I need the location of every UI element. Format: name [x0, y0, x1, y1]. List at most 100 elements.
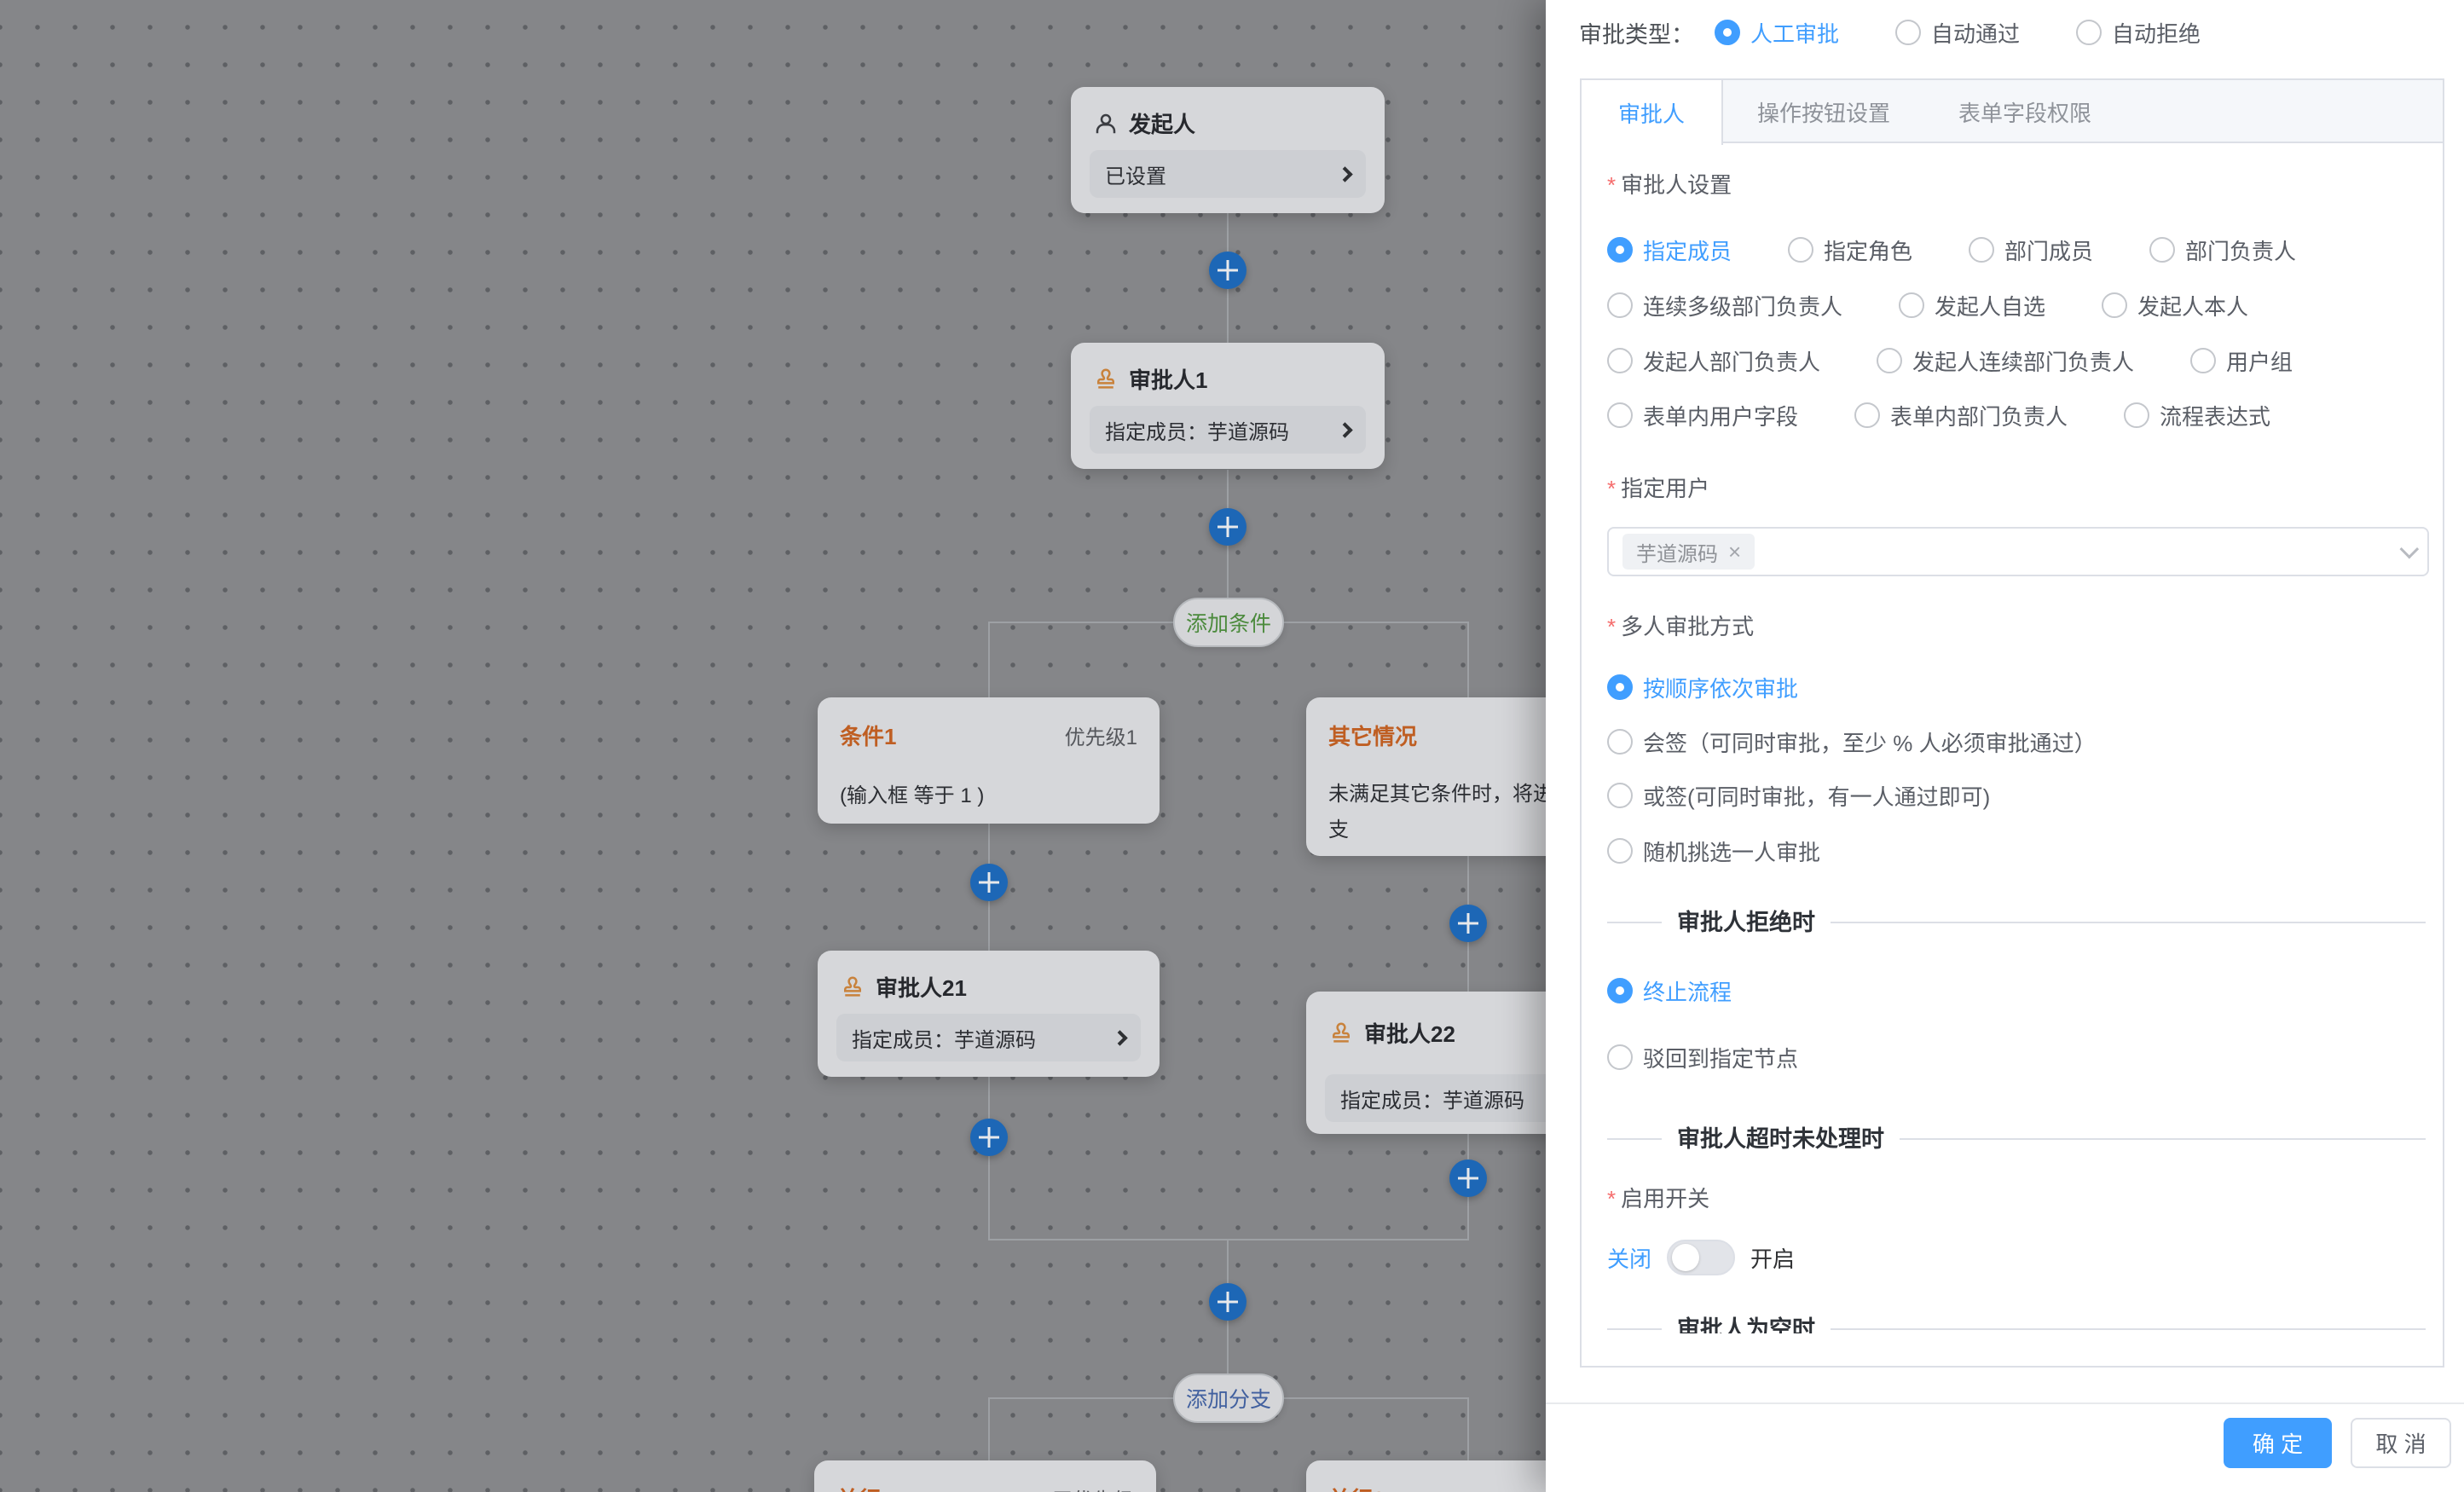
- radio-opt-self-select[interactable]: 发起人自选: [1899, 290, 2045, 321]
- add-node-button[interactable]: [1209, 252, 1246, 289]
- radio-label: 按顺序依次审批: [1643, 672, 1798, 703]
- node-parallel1[interactable]: 并行1 无优先级: [814, 1460, 1156, 1492]
- radio-opt-dept-leader[interactable]: 部门负责人: [2149, 234, 2296, 266]
- radio-label: 表单内用户字段: [1643, 400, 1798, 431]
- radio-opt-multi-leader[interactable]: 连续多级部门负责人: [1607, 290, 1842, 321]
- radio-icon: [1607, 402, 1633, 428]
- radio-selected-icon: [1607, 237, 1633, 263]
- settings-tabs-card: 审批人 操作按钮设置 表单字段权限 *审批人设置 指定成员: [1580, 78, 2444, 1368]
- radio-terminate-process[interactable]: 终止流程: [1607, 976, 1732, 1005]
- node-summary[interactable]: 已设置: [1090, 150, 1366, 198]
- approver-settings-panel: 审批类型： 人工审批 自动通过 自动拒绝 审批人 操作按钮设置: [1546, 0, 2464, 1492]
- radio-opt-role[interactable]: 指定角色: [1788, 234, 1912, 266]
- add-node-button[interactable]: [1209, 1283, 1246, 1321]
- approver-setting-row1: 指定成员 指定角色 部门成员 部门负责人: [1607, 235, 2352, 264]
- chevron-right-icon: [1112, 1030, 1127, 1045]
- connector: [1467, 622, 1469, 697]
- radio-orsign[interactable]: 或签(可同时审批，有一人通过即可): [1607, 781, 1990, 810]
- add-condition-button[interactable]: 添加条件: [1173, 598, 1284, 647]
- node-summary[interactable]: 指定成员：芋道源码: [1090, 406, 1366, 454]
- add-branch-button[interactable]: 添加分支: [1173, 1373, 1284, 1423]
- node-title: 发起人: [1129, 107, 1195, 139]
- radio-auto-reject[interactable]: 自动拒绝: [2076, 17, 2201, 49]
- tab-form-field-permissions[interactable]: 表单字段权限: [1924, 80, 2126, 143]
- connector-branch-merge: [988, 1239, 1469, 1240]
- radio-icon: [1607, 729, 1633, 755]
- node-title: 审批人1: [1129, 363, 1207, 395]
- radio-random[interactable]: 随机挑选一人审批: [1607, 836, 1820, 865]
- radio-sequential[interactable]: 按顺序依次审批: [1607, 673, 1798, 702]
- radio-label: 部门成员: [2004, 234, 2093, 266]
- radio-label: 指定角色: [1824, 234, 1912, 266]
- radio-label: 发起人部门负责人: [1643, 345, 1820, 377]
- tab-approver[interactable]: 审批人: [1582, 80, 1723, 145]
- radio-icon: [1877, 348, 1902, 373]
- add-node-button[interactable]: [1449, 1159, 1487, 1197]
- radio-manual-approve[interactable]: 人工审批: [1715, 17, 1839, 49]
- node-start[interactable]: 发起人 已设置: [1071, 87, 1385, 213]
- radio-opt-user-group[interactable]: 用户组: [2190, 345, 2293, 377]
- assign-user-select[interactable]: 芋道源码 ×: [1607, 527, 2429, 576]
- radio-opt-form-dept-leader[interactable]: 表单内部门负责人: [1854, 400, 2068, 431]
- radio-label: 部门负责人: [2185, 234, 2296, 266]
- radio-opt-starter-multi-leader[interactable]: 发起人连续部门负责人: [1877, 345, 2134, 377]
- approver-setting-label: *审批人设置: [1607, 171, 1732, 200]
- radio-auto-pass[interactable]: 自动通过: [1895, 17, 2020, 49]
- node-condition1[interactable]: 条件1 优先级1 (输入框 等于 1 ): [818, 697, 1160, 824]
- required-asterisk: *: [1607, 614, 1616, 639]
- node-summary[interactable]: 指定成员：芋道源码: [836, 1014, 1141, 1061]
- footer-divider: [1546, 1402, 2464, 1404]
- stamp-icon: [1093, 367, 1119, 392]
- node-approver1[interactable]: 审批人1 指定成员：芋道源码: [1071, 343, 1385, 469]
- chevron-right-icon: [1337, 422, 1352, 437]
- node-title: 并行1: [836, 1483, 893, 1492]
- radio-label: 用户组: [2226, 345, 2293, 377]
- node-approver21[interactable]: 审批人21 指定成员：芋道源码: [818, 951, 1160, 1077]
- radio-label: 自动拒绝: [2112, 17, 2201, 49]
- timeout-switch-row: 关闭 开启: [1607, 1236, 1795, 1279]
- divider-title: 审批人拒绝时: [1662, 908, 1831, 937]
- radio-icon: [1607, 1044, 1633, 1070]
- radio-label: 会签（可同时审批，至少 % 人必须审批通过）: [1643, 726, 2097, 758]
- tab-button-settings[interactable]: 操作按钮设置: [1723, 80, 1924, 143]
- radio-opt-starter-dept-leader[interactable]: 发起人部门负责人: [1607, 345, 1820, 377]
- add-node-button[interactable]: [970, 864, 1008, 901]
- cancel-button[interactable]: 取 消: [2351, 1418, 2451, 1468]
- timeout-toggle-switch[interactable]: [1667, 1240, 1735, 1275]
- tag-close-icon[interactable]: ×: [1728, 541, 1741, 563]
- user-tag-label: 芋道源码: [1636, 537, 1718, 567]
- node-title: 并行2: [1328, 1483, 1385, 1492]
- approver-setting-row3: 发起人部门负责人 发起人连续部门负责人 用户组: [1607, 346, 2349, 375]
- add-node-button[interactable]: [970, 1119, 1008, 1156]
- user-tag: 芋道源码 ×: [1622, 534, 1755, 570]
- divider-title: 审批人超时未处理时: [1662, 1125, 1900, 1154]
- required-asterisk: *: [1607, 172, 1616, 198]
- radio-icon: [1969, 237, 1994, 263]
- radio-label: 自动通过: [1931, 17, 2020, 49]
- tab-label: 表单字段权限: [1958, 96, 2091, 128]
- radio-return-to-node[interactable]: 驳回到指定节点: [1607, 1043, 1798, 1072]
- radio-opt-member[interactable]: 指定成员: [1607, 234, 1732, 266]
- radio-label: 流程表达式: [2160, 400, 2270, 431]
- chevron-right-icon: [1337, 166, 1352, 182]
- workflow-designer-screen: 发起人 已设置 审批人1 指定成员：芋道源码: [0, 0, 2464, 1492]
- confirm-button[interactable]: 确 定: [2224, 1418, 2332, 1468]
- radio-label: 连续多级部门负责人: [1643, 290, 1842, 321]
- timeout-section-divider: 审批人超时未处理时: [1607, 1125, 2426, 1154]
- radio-icon: [2102, 292, 2127, 318]
- node-summary-text: 指定成员：芋道源码: [1340, 1084, 1524, 1113]
- add-node-button[interactable]: [1209, 508, 1246, 546]
- radio-opt-expression[interactable]: 流程表达式: [2124, 400, 2270, 431]
- tab-header: 审批人 操作按钮设置 表单字段权限: [1582, 80, 2443, 143]
- node-priority: 无优先级: [1052, 1483, 1134, 1492]
- radio-opt-dept-member[interactable]: 部门成员: [1969, 234, 2093, 266]
- radio-icon: [1607, 348, 1633, 373]
- add-node-button[interactable]: [1449, 905, 1487, 942]
- radio-countersign[interactable]: 会签（可同时审批，至少 % 人必须审批通过）: [1607, 727, 2097, 756]
- tab-label: 操作按钮设置: [1757, 96, 1890, 128]
- stamp-icon: [840, 974, 865, 1000]
- radio-icon: [1854, 402, 1880, 428]
- radio-opt-self[interactable]: 发起人本人: [2102, 290, 2248, 321]
- approver-setting-row4: 表单内用户字段 表单内部门负责人 流程表达式: [1607, 401, 2327, 430]
- radio-opt-form-user[interactable]: 表单内用户字段: [1607, 400, 1798, 431]
